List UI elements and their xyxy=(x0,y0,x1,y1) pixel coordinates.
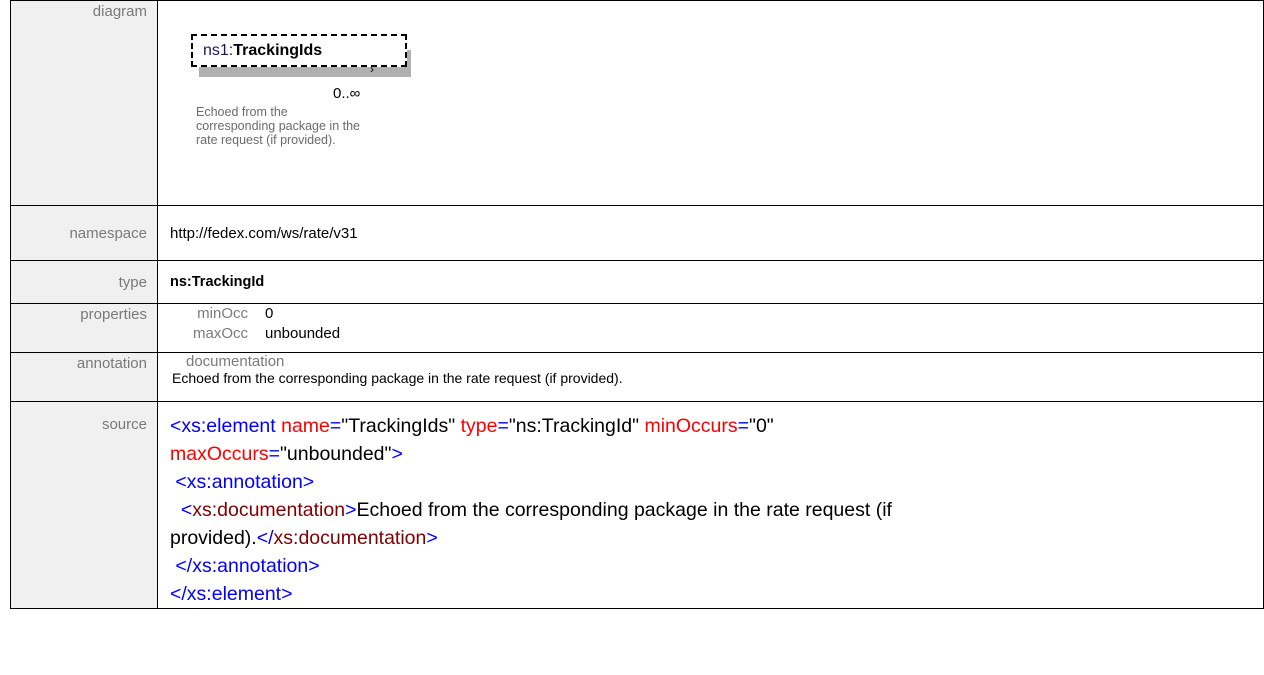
source-row: source <xs:element name="TrackingIds" ty… xyxy=(10,401,1264,609)
tag-bracket: </ xyxy=(256,527,274,549)
tag-bracket: > xyxy=(391,443,403,465)
documentation-tag-name: xs:documentation xyxy=(273,527,427,549)
annotation-text: Echoed from the corresponding package in… xyxy=(172,370,623,386)
annotation-cell: documentation Echoed from the correspond… xyxy=(157,352,1264,402)
source-label: source xyxy=(10,401,158,609)
tag-open: <xs:element xyxy=(170,415,276,437)
documentation-text: Echoed from the corresponding package in… xyxy=(356,499,892,521)
diagram-doc-line: Echoed from the xyxy=(196,105,288,119)
diagram-row: diagram ns1:TrackingIds › 0..∞ Echoed fr… xyxy=(10,0,1264,206)
diagram-documentation: Echoed from the corresponding package in… xyxy=(196,105,466,147)
diagram-doc-line: corresponding package in the xyxy=(196,119,361,133)
annotation-label: annotation xyxy=(10,352,158,402)
expand-arrow-icon[interactable]: › xyxy=(370,62,374,76)
tag-bracket: > xyxy=(345,499,357,521)
equals: = xyxy=(268,443,280,465)
attr-name: name xyxy=(281,415,330,437)
namespace-label: namespace xyxy=(10,205,158,261)
property-value: unbounded xyxy=(265,325,341,342)
equals: = xyxy=(329,415,342,437)
source-code: <xs:element name="TrackingIds" type="ns:… xyxy=(170,402,1263,608)
attr-value: "unbounded" xyxy=(280,443,392,465)
documentation-text: provided). xyxy=(170,527,257,549)
attr-value: "ns:TrackingId" xyxy=(508,415,640,437)
type-value[interactable]: ns:TrackingId xyxy=(157,260,1264,304)
properties-list: minOcc 0 maxOcc unbounded xyxy=(158,304,1263,350)
diagram-cell: ns1:TrackingIds › 0..∞ Echoed from the c… xyxy=(157,0,1264,206)
equals: = xyxy=(497,415,509,437)
documentation-tag-name: xs:documentation xyxy=(192,499,346,521)
element-box-label: ns1:TrackingIds xyxy=(203,42,322,60)
properties-row: properties minOcc 0 maxOcc unbounded xyxy=(10,303,1264,353)
element-doc-table: diagram ns1:TrackingIds › 0..∞ Echoed fr… xyxy=(10,0,1264,609)
property-key: minOcc xyxy=(197,305,248,322)
element-close-tag: </xs:element> xyxy=(170,583,293,605)
properties-cell: minOcc 0 maxOcc unbounded xyxy=(157,303,1264,353)
element-prefix: ns1: xyxy=(203,42,234,59)
annotation-heading: documentation xyxy=(186,353,285,370)
property-key: maxOcc xyxy=(192,325,248,342)
attr-name: maxOccurs xyxy=(170,443,269,465)
attr-name: type xyxy=(460,415,498,437)
element-name: TrackingIds xyxy=(233,42,323,59)
attr-value: "0" xyxy=(749,415,774,437)
annotation-close-tag: </xs:annotation> xyxy=(175,555,320,577)
type-row: type ns:TrackingId xyxy=(10,260,1264,304)
equals: = xyxy=(737,415,750,437)
namespace-row: namespace http://fedex.com/ws/rate/v31 xyxy=(10,205,1264,261)
namespace-value: http://fedex.com/ws/rate/v31 xyxy=(157,205,1264,261)
occurrence-label: 0..∞ xyxy=(333,85,361,102)
tag-bracket: < xyxy=(180,499,193,521)
type-label: type xyxy=(10,260,158,304)
properties-label: properties xyxy=(10,303,158,353)
annotation-row: annotation documentation Echoed from the… xyxy=(10,352,1264,402)
diagram-label: diagram xyxy=(10,0,158,206)
element-box[interactable]: ns1:TrackingIds xyxy=(191,34,407,67)
annotation-open-tag: <xs:annotation> xyxy=(175,471,315,493)
attr-value: "TrackingIds" xyxy=(341,415,456,437)
element-diagram: ns1:TrackingIds › 0..∞ Echoed from the c… xyxy=(158,1,758,201)
diagram-doc-line: rate request (if provided). xyxy=(196,133,336,147)
property-value: 0 xyxy=(265,305,274,322)
source-cell: <xs:element name="TrackingIds" type="ns:… xyxy=(157,401,1264,609)
tag-bracket: > xyxy=(426,527,438,549)
attr-name: minOccurs xyxy=(644,415,738,437)
